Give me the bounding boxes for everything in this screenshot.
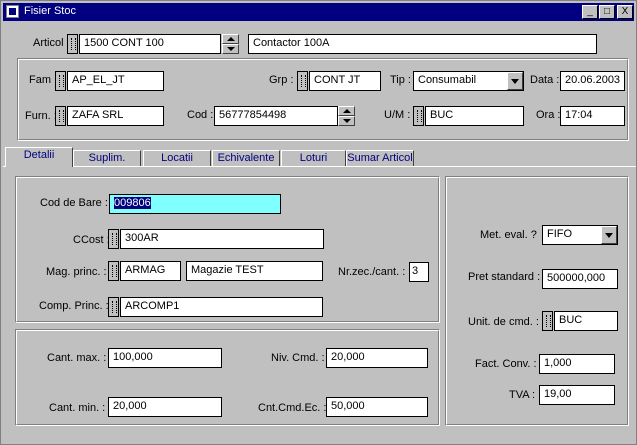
cod-bare-label: Cod de Bare : (40, 197, 108, 209)
tip-value: Consumabil (418, 74, 477, 86)
furn-lookup-icon[interactable] (55, 106, 66, 126)
articol-label: Articol (33, 37, 64, 49)
fact-conv-field[interactable]: 1,000 (539, 354, 615, 374)
tva-label: TVA : (509, 389, 536, 401)
articol-description-field[interactable]: Contactor 100A (248, 34, 597, 54)
furn-label: Furn. : (25, 110, 57, 122)
unit-cmd-label: Unit. de cmd. : (468, 316, 539, 328)
nrzec-field[interactable]: 3 (409, 262, 429, 282)
ora-label: Ora : (536, 109, 561, 121)
ccost-lookup-icon[interactable] (108, 229, 119, 249)
um-field[interactable]: BUC (425, 106, 524, 126)
tab-strip-line (3, 166, 636, 167)
unit-cmd-lookup-icon[interactable] (542, 311, 553, 331)
mag-code-field[interactable]: ARMAG (120, 261, 181, 281)
niv-cmd-field[interactable]: 20,000 (326, 348, 428, 368)
cod-spinner[interactable] (338, 106, 355, 126)
comp-field[interactable]: ARCOMP1 (120, 297, 323, 317)
spin-down-icon[interactable] (222, 44, 239, 54)
tab-loturi[interactable]: Loturi (281, 150, 346, 166)
mag-lookup-icon[interactable] (108, 261, 119, 281)
data-field[interactable]: 20.06.2003 (560, 71, 625, 91)
window-title: Fisier Stoc (24, 5, 76, 17)
minimize-button[interactable]: _ (582, 5, 598, 19)
comp-lookup-icon[interactable] (108, 297, 119, 317)
met-eval-value: FIFO (547, 228, 573, 240)
tab-detalii[interactable]: Detalii (5, 147, 73, 167)
unit-cmd-field[interactable]: BUC (554, 311, 618, 331)
comp-princ-label: Comp. Princ. : (39, 300, 109, 312)
grp-label: Grp : (269, 74, 294, 86)
grp-field[interactable]: CONT JT (309, 71, 381, 91)
cod-label: Cod : (187, 109, 214, 121)
cant-max-field[interactable]: 100,000 (108, 348, 222, 368)
chevron-down-icon[interactable] (601, 226, 617, 244)
pret-standard-field[interactable]: 500000,000 (542, 269, 618, 289)
pret-standard-label: Pret standard : (468, 271, 541, 283)
tab-sumar-articol[interactable]: Sumar Articol (346, 150, 414, 166)
cnt-cmd-ec-field[interactable]: 50,000 (326, 397, 428, 417)
fam-label: Fam : (29, 74, 58, 86)
ccost-field[interactable]: 300AR (120, 229, 324, 249)
fam-field[interactable]: AP_EL_JT (67, 71, 164, 91)
mag-name-field[interactable]: Magazie TEST (186, 261, 323, 281)
close-button[interactable]: X (617, 5, 633, 19)
nrzec-label: Nr.zec./cant. : (338, 266, 406, 278)
cant-min-field[interactable]: 20,000 (108, 397, 222, 417)
data-label: Data : (530, 74, 560, 86)
articol-code-field[interactable]: 1500 CONT 100 (79, 34, 221, 54)
ora-field[interactable]: 17:04 (560, 106, 625, 126)
tva-field[interactable]: 19,00 (539, 385, 615, 405)
cod-bare-value: 009806 (114, 197, 151, 209)
spin-up-icon[interactable] (222, 34, 239, 44)
spin-up-icon[interactable] (338, 106, 355, 116)
tab-locatii[interactable]: Locatii (143, 150, 211, 166)
um-label: U/M : (384, 109, 411, 121)
cant-max-label: Cant. max. : (47, 352, 107, 364)
cod-field[interactable]: 56777854498 (214, 106, 338, 126)
fam-lookup-icon[interactable] (55, 71, 66, 91)
furn-field[interactable]: ZAFA SRL (67, 106, 164, 126)
fact-conv-label: Fact. Conv. : (475, 358, 537, 370)
articol-lookup-icon[interactable] (67, 34, 78, 54)
mag-princ-label: Mag. princ. : (46, 266, 107, 278)
maximize-button[interactable]: □ (599, 5, 615, 19)
spin-down-icon[interactable] (338, 116, 355, 126)
ccost-label: CCost : (73, 234, 110, 246)
tab-suplim[interactable]: Suplim. (73, 150, 141, 166)
cod-bare-field[interactable]: 009806 (109, 194, 281, 214)
niv-cmd-label: Niv. Cmd. : (271, 352, 325, 364)
cant-min-label: Cant. min. : (49, 402, 106, 414)
met-eval-label: Met. eval. ? (480, 229, 537, 241)
chevron-down-icon[interactable] (507, 72, 523, 90)
fisier-stoc-window: Fisier Stoc _ □ X Articol 1500 CONT 100 … (0, 0, 637, 445)
cnt-cmd-ec-label: Cnt.Cmd.Ec. : (258, 402, 327, 414)
grp-lookup-icon[interactable] (297, 71, 308, 91)
articol-spinner[interactable] (222, 34, 239, 54)
tab-echivalente[interactable]: Echivalente (212, 150, 280, 166)
um-lookup-icon[interactable] (413, 106, 424, 126)
title-bar[interactable]: Fisier Stoc _ □ X (3, 3, 634, 21)
tip-label: Tip : (390, 74, 411, 86)
app-icon (6, 5, 19, 18)
